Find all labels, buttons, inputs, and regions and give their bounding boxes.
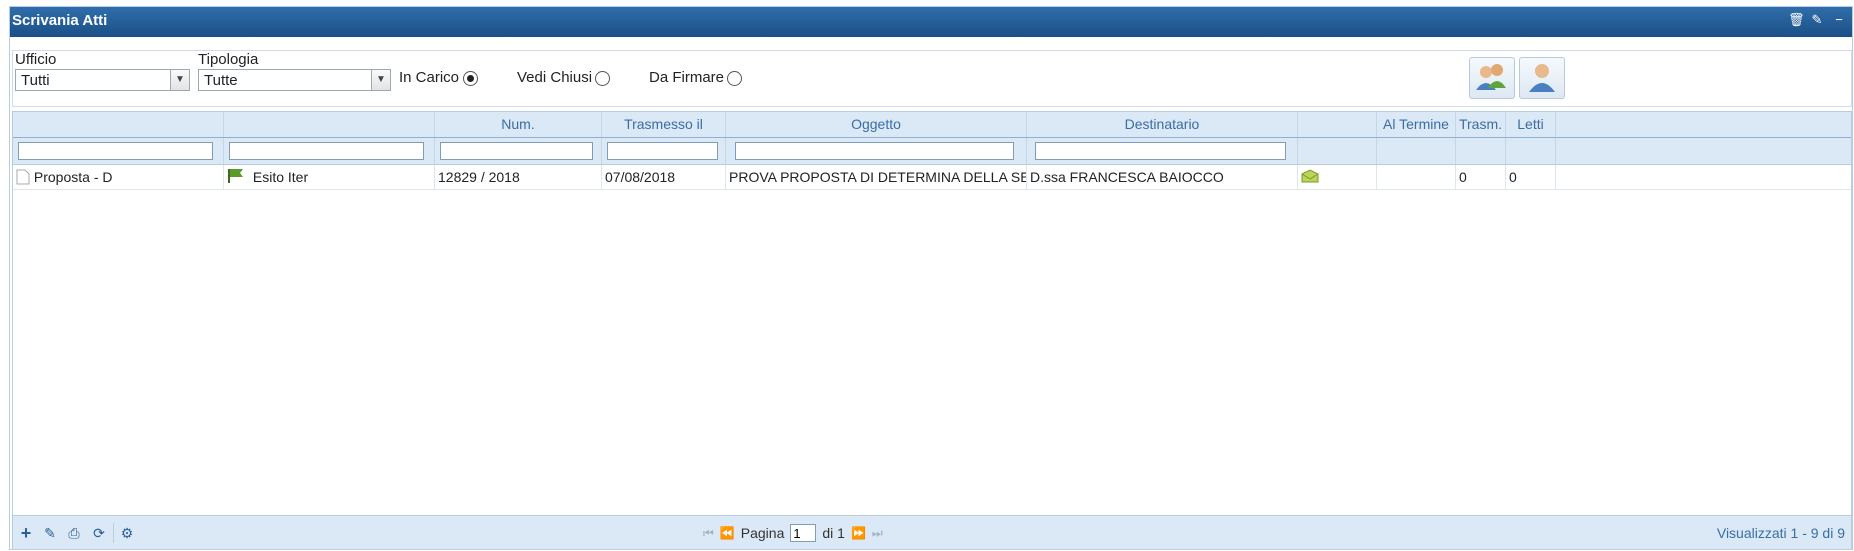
column-header-trasm[interactable]: Trasm. — [1456, 112, 1506, 137]
last-page-icon[interactable]: ⏭ — [872, 526, 883, 541]
page-count: di 1 — [822, 525, 845, 541]
pager: ⏮ ⏪ Pagina di 1 ⏩ ⏭ — [703, 524, 883, 542]
trash-icon[interactable]: 🗑 — [1788, 13, 1805, 27]
grid-footer: + ✎ ⎙ ⟳ ⚙ ⏮ ⏪ Pagina di 1 ⏩ ⏭ Visualizza… — [13, 515, 1851, 549]
grid-header: Num. Trasmesso il Oggetto Destinatario A… — [13, 112, 1851, 138]
filter-tipo-input[interactable] — [18, 142, 213, 160]
vedi-chiusi-label: Vedi Chiusi — [517, 69, 593, 86]
next-page-icon[interactable]: ⏩ — [851, 526, 866, 540]
user-button[interactable] — [1519, 57, 1565, 99]
column-header-al-termine[interactable]: Al Termine — [1377, 112, 1456, 137]
column-header-trasmesso[interactable]: Trasmesso il — [602, 112, 726, 137]
da-firmare-radio[interactable] — [727, 71, 742, 86]
filter-icona-cell — [1298, 138, 1377, 164]
column-header-stato[interactable] — [224, 112, 435, 137]
flag-icon — [228, 169, 243, 183]
tipo-value: Proposta - D — [33, 169, 113, 185]
users-group-button[interactable] — [1469, 57, 1515, 99]
tipologia-select[interactable]: Tutte ▼ — [198, 69, 391, 91]
edit-icon[interactable]: ✎ — [42, 525, 58, 541]
user-icon — [1529, 64, 1555, 92]
tipologia-label: Tipologia — [198, 51, 259, 68]
column-header-letti[interactable]: Letti — [1506, 112, 1556, 137]
column-header-tipo[interactable] — [13, 112, 224, 137]
ufficio-select[interactable]: Tutti ▼ — [15, 69, 190, 91]
print-icon[interactable]: ⎙ — [66, 525, 82, 541]
cell-oggetto: PROVA PROPOSTA DI DETERMINA DELLA SEGRET… — [726, 165, 1027, 189]
filter-num-input[interactable] — [440, 142, 593, 160]
cell-letti: 0 — [1506, 165, 1556, 189]
cell-stato: Esito Iter — [224, 165, 435, 189]
filter-letti-cell — [1506, 138, 1556, 164]
document-icon — [16, 169, 30, 185]
page-input[interactable] — [790, 524, 817, 542]
in-carico-radio[interactable] — [463, 71, 478, 86]
grid-filter-row — [13, 138, 1851, 165]
in-carico-label: In Carico — [399, 69, 460, 86]
ufficio-value: Tutti — [21, 72, 50, 89]
users-group-icon — [1476, 64, 1506, 90]
chevron-down-icon[interactable]: ▼ — [170, 70, 189, 90]
column-header-num[interactable]: Num. — [435, 112, 602, 137]
column-header-oggetto[interactable]: Oggetto — [726, 112, 1027, 137]
settings-icon[interactable]: ⚙ — [119, 525, 135, 541]
filter-destinatario-input[interactable] — [1035, 142, 1286, 160]
cell-al-termine — [1377, 165, 1456, 189]
stato-value: Esito Iter — [252, 169, 309, 185]
scrivania-panel: Scrivania Atti 🗑 ✎ − Ufficio Tutti ▼ Tip… — [9, 6, 1853, 550]
footer-divider — [113, 523, 114, 543]
da-firmare-label: Da Firmare — [649, 69, 725, 86]
page-label: Pagina — [740, 525, 785, 541]
table-row[interactable]: Proposta - D Esito Iter 12829 / 2018 07/… — [13, 165, 1851, 190]
cell-tipo: Proposta - D — [13, 165, 224, 189]
pencil-icon[interactable]: ✎ — [1810, 13, 1824, 27]
first-page-icon[interactable]: ⏮ — [703, 526, 714, 541]
filter-al-termine-cell — [1377, 138, 1456, 164]
atti-grid: Num. Trasmesso il Oggetto Destinatario A… — [12, 111, 1852, 549]
cell-trasmesso: 07/08/2018 — [602, 165, 726, 189]
filter-oggetto-input[interactable] — [735, 142, 1014, 160]
minimize-icon[interactable]: − — [1832, 13, 1846, 27]
cell-icona — [1298, 165, 1377, 189]
pager-status: Visualizzati 1 - 9 di 9 — [1716, 525, 1845, 541]
cell-destinatario: D.ssa FRANCESCA BAIOCCO — [1027, 165, 1298, 189]
vedi-chiusi-radio[interactable] — [595, 71, 610, 86]
filter-trasm-cell — [1456, 138, 1506, 164]
prev-page-icon[interactable]: ⏪ — [720, 526, 735, 540]
filter-toolbar: Ufficio Tutti ▼ Tipologia Tutte ▼ In Car… — [12, 50, 1852, 107]
refresh-icon[interactable]: ⟳ — [91, 525, 107, 541]
column-header-icona[interactable] — [1298, 112, 1377, 137]
filter-stato-input[interactable] — [229, 142, 424, 160]
cell-trasm: 0 — [1456, 165, 1506, 189]
ufficio-label: Ufficio — [15, 51, 57, 68]
chevron-down-icon[interactable]: ▼ — [371, 70, 390, 90]
envelope-open-icon[interactable] — [1301, 169, 1319, 183]
cell-num: 12829 / 2018 — [435, 165, 602, 189]
panel-titlebar: Scrivania Atti 🗑 ✎ − — [10, 7, 1852, 37]
panel-title: Scrivania Atti — [12, 12, 108, 29]
column-header-destinatario[interactable]: Destinatario — [1027, 112, 1298, 137]
tipologia-value: Tutte — [204, 72, 238, 89]
add-icon[interactable]: + — [18, 524, 34, 542]
filter-trasmesso-input[interactable] — [607, 142, 718, 160]
